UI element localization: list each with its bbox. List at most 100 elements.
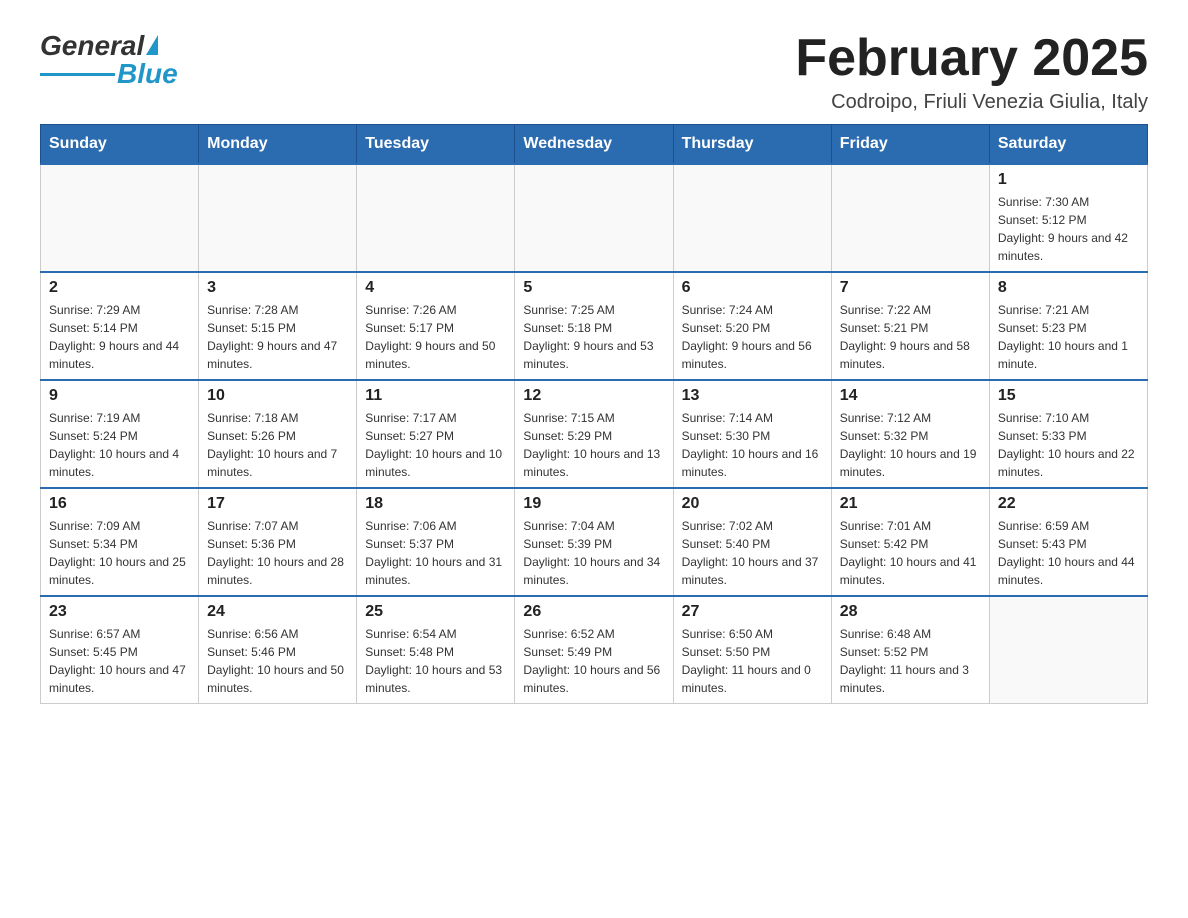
day-info: Sunrise: 6:54 AMSunset: 5:48 PMDaylight:…	[365, 625, 506, 697]
day-number: 4	[365, 279, 506, 297]
calendar-cell: 11Sunrise: 7:17 AMSunset: 5:27 PMDayligh…	[357, 380, 515, 488]
day-number: 5	[523, 279, 664, 297]
day-number: 27	[682, 603, 823, 621]
calendar-table: SundayMondayTuesdayWednesdayThursdayFrid…	[40, 124, 1148, 704]
calendar-cell: 1Sunrise: 7:30 AMSunset: 5:12 PMDaylight…	[989, 164, 1147, 272]
logo-area: General Blue	[40, 30, 178, 90]
page-header: General Blue February 2025 Codroipo, Fri…	[40, 30, 1148, 114]
calendar-cell: 26Sunrise: 6:52 AMSunset: 5:49 PMDayligh…	[515, 596, 673, 704]
day-info: Sunrise: 7:10 AMSunset: 5:33 PMDaylight:…	[998, 409, 1139, 481]
day-of-week-header: Tuesday	[357, 125, 515, 165]
calendar-cell: 22 Sunrise: 6:59 AMSunset: 5:43 PMDayligh…	[989, 488, 1147, 596]
calendar-cell: 13 Sunrise: 7:14 AMSunset: 5:30 PMDayligh…	[673, 380, 831, 488]
day-info: Sunrise: 7:02 AMSunset: 5:40 PMDaylight:…	[682, 517, 823, 589]
calendar-cell: 6Sunrise: 7:24 AMSunset: 5:20 PMDaylight…	[673, 272, 831, 380]
day-of-week-header: Friday	[831, 125, 989, 165]
day-info: Sunrise: 6:56 AMSunset: 5:46 PMDaylight:…	[207, 625, 348, 697]
title-area: February 2025 Codroipo, Friuli Venezia G…	[795, 30, 1148, 114]
day-of-week-header: Thursday	[673, 125, 831, 165]
day-info: Sunrise: 7:21 AMSunset: 5:23 PMDaylight:…	[998, 301, 1139, 373]
day-number: 28	[840, 603, 981, 621]
calendar-cell: 16 Sunrise: 7:09 AMSunset: 5:34 PMDayligh…	[41, 488, 199, 596]
calendar-cell: 28 Sunrise: 6:48 AMSunset: 5:52 PMDayligh…	[831, 596, 989, 704]
calendar-cell	[199, 164, 357, 272]
calendar-title: February 2025	[795, 30, 1148, 87]
calendar-cell: 8 Sunrise: 7:21 AMSunset: 5:23 PMDaylight…	[989, 272, 1147, 380]
day-info: Sunrise: 7:26 AMSunset: 5:17 PMDaylight:…	[365, 301, 506, 373]
day-number: 18	[365, 495, 506, 513]
calendar-cell: 23Sunrise: 6:57 AMSunset: 5:45 PMDayligh…	[41, 596, 199, 704]
calendar-week-row: 16 Sunrise: 7:09 AMSunset: 5:34 PMDayligh…	[41, 488, 1148, 596]
day-number: 8	[998, 279, 1139, 297]
calendar-cell: 18 Sunrise: 7:06 AMSunset: 5:37 PMDayligh…	[357, 488, 515, 596]
calendar-week-row: 9 Sunrise: 7:19 AMSunset: 5:24 PMDaylight…	[41, 380, 1148, 488]
day-number: 26	[523, 603, 664, 621]
location-subtitle: Codroipo, Friuli Venezia Giulia, Italy	[795, 91, 1148, 114]
day-info: Sunrise: 7:29 AMSunset: 5:14 PMDaylight:…	[49, 301, 190, 373]
day-info: Sunrise: 6:48 AMSunset: 5:52 PMDaylight:…	[840, 625, 981, 697]
day-number: 10	[207, 387, 348, 405]
calendar-cell: 25 Sunrise: 6:54 AMSunset: 5:48 PMDayligh…	[357, 596, 515, 704]
day-info: Sunrise: 7:19 AMSunset: 5:24 PMDaylight:…	[49, 409, 190, 481]
day-info: Sunrise: 7:01 AMSunset: 5:42 PMDaylight:…	[840, 517, 981, 589]
calendar-cell: 3Sunrise: 7:28 AMSunset: 5:15 PMDaylight…	[199, 272, 357, 380]
calendar-cell: 7 Sunrise: 7:22 AMSunset: 5:21 PMDaylight…	[831, 272, 989, 380]
calendar-cell	[41, 164, 199, 272]
day-info: Sunrise: 7:09 AMSunset: 5:34 PMDaylight:…	[49, 517, 190, 589]
day-info: Sunrise: 6:59 AMSunset: 5:43 PMDaylight:…	[998, 517, 1139, 589]
calendar-cell: 2 Sunrise: 7:29 AMSunset: 5:14 PMDaylight…	[41, 272, 199, 380]
day-number: 12	[523, 387, 664, 405]
day-number: 14	[840, 387, 981, 405]
day-info: Sunrise: 7:15 AMSunset: 5:29 PMDaylight:…	[523, 409, 664, 481]
day-number: 19	[523, 495, 664, 513]
day-info: Sunrise: 7:04 AMSunset: 5:39 PMDaylight:…	[523, 517, 664, 589]
calendar-week-row: 23Sunrise: 6:57 AMSunset: 5:45 PMDayligh…	[41, 596, 1148, 704]
logo-blue-text: Blue	[117, 58, 178, 90]
calendar-cell	[831, 164, 989, 272]
calendar-week-row: 2 Sunrise: 7:29 AMSunset: 5:14 PMDaylight…	[41, 272, 1148, 380]
calendar-cell: 20 Sunrise: 7:02 AMSunset: 5:40 PMDayligh…	[673, 488, 831, 596]
day-info: Sunrise: 7:12 AMSunset: 5:32 PMDaylight:…	[840, 409, 981, 481]
calendar-header-row: SundayMondayTuesdayWednesdayThursdayFrid…	[41, 125, 1148, 165]
calendar-cell: 12 Sunrise: 7:15 AMSunset: 5:29 PMDayligh…	[515, 380, 673, 488]
day-number: 25	[365, 603, 506, 621]
day-info: Sunrise: 7:18 AMSunset: 5:26 PMDaylight:…	[207, 409, 348, 481]
calendar-cell: 24 Sunrise: 6:56 AMSunset: 5:46 PMDayligh…	[199, 596, 357, 704]
calendar-cell: 27 Sunrise: 6:50 AMSunset: 5:50 PMDayligh…	[673, 596, 831, 704]
day-number: 21	[840, 495, 981, 513]
day-number: 20	[682, 495, 823, 513]
calendar-cell: 14 Sunrise: 7:12 AMSunset: 5:32 PMDayligh…	[831, 380, 989, 488]
day-of-week-header: Monday	[199, 125, 357, 165]
day-info: Sunrise: 7:17 AMSunset: 5:27 PMDaylight:…	[365, 409, 506, 481]
calendar-week-row: 1Sunrise: 7:30 AMSunset: 5:12 PMDaylight…	[41, 164, 1148, 272]
calendar-cell: 21 Sunrise: 7:01 AMSunset: 5:42 PMDayligh…	[831, 488, 989, 596]
day-number: 22	[998, 495, 1139, 513]
calendar-cell: 5Sunrise: 7:25 AMSunset: 5:18 PMDaylight…	[515, 272, 673, 380]
day-number: 16	[49, 495, 190, 513]
day-of-week-header: Sunday	[41, 125, 199, 165]
day-number: 6	[682, 279, 823, 297]
day-number: 7	[840, 279, 981, 297]
day-number: 13	[682, 387, 823, 405]
calendar-cell: 19 Sunrise: 7:04 AMSunset: 5:39 PMDayligh…	[515, 488, 673, 596]
day-info: Sunrise: 7:22 AMSunset: 5:21 PMDaylight:…	[840, 301, 981, 373]
day-number: 17	[207, 495, 348, 513]
calendar-cell	[357, 164, 515, 272]
day-number: 2	[49, 279, 190, 297]
day-info: Sunrise: 7:06 AMSunset: 5:37 PMDaylight:…	[365, 517, 506, 589]
calendar-cell: 17 Sunrise: 7:07 AMSunset: 5:36 PMDayligh…	[199, 488, 357, 596]
day-number: 9	[49, 387, 190, 405]
day-of-week-header: Wednesday	[515, 125, 673, 165]
day-info: Sunrise: 7:14 AMSunset: 5:30 PMDaylight:…	[682, 409, 823, 481]
calendar-cell	[515, 164, 673, 272]
logo-triangle-icon	[146, 35, 158, 55]
logo-bottom: Blue	[40, 58, 178, 90]
day-number: 23	[49, 603, 190, 621]
calendar-cell: 9 Sunrise: 7:19 AMSunset: 5:24 PMDaylight…	[41, 380, 199, 488]
day-info: Sunrise: 6:50 AMSunset: 5:50 PMDaylight:…	[682, 625, 823, 697]
logo-underline	[40, 73, 115, 76]
calendar-cell: 10 Sunrise: 7:18 AMSunset: 5:26 PMDayligh…	[199, 380, 357, 488]
day-of-week-header: Saturday	[989, 125, 1147, 165]
day-number: 24	[207, 603, 348, 621]
day-info: Sunrise: 7:07 AMSunset: 5:36 PMDaylight:…	[207, 517, 348, 589]
